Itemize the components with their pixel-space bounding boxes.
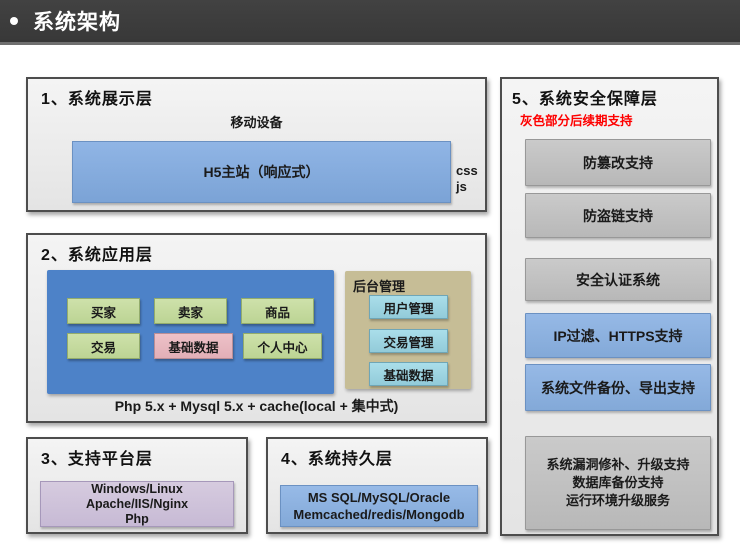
bullet-icon — [10, 17, 18, 25]
module-seller: 卖家 — [154, 298, 227, 324]
security-maintenance-group: 系统漏洞修补、升级支持 数据库备份支持 运行环境升级服务 — [525, 436, 711, 530]
mobile-device-label: 移动设备 — [230, 115, 283, 130]
display-layer-title: 1、系统展示层 — [41, 91, 153, 108]
admin-backend-container: 后台管理 用户管理 交易管理 基础数据 — [345, 271, 471, 389]
css-js-note: css js — [456, 163, 478, 195]
frontend-modules-container: 买家 卖家 商品 交易 基础数据 个人中心 — [47, 270, 334, 394]
platform-os-line: Windows/Linux — [91, 481, 183, 496]
platform-stack-node: Windows/Linux Apache/IIS/Nginx Php — [40, 481, 234, 527]
persistence-db-line: MS SQL/MySQL/Oracle — [307, 490, 451, 505]
display-layer-box: 1、系统展示层 移动设备 H5主站（响应式） css js — [26, 77, 487, 212]
admin-trade-management: 交易管理 — [369, 329, 448, 353]
persistence-cache-line: Memcached/redis/Mongodb — [293, 507, 465, 522]
security-layer-box: 5、系统安全保障层 灰色部分后续期支持 防篡改支持 防盗链支持 安全认证系统 I… — [500, 77, 719, 536]
slide-canvas: 系统架构 1、系统展示层 移动设备 H5主站（响应式） css js 2、系统应… — [0, 0, 740, 554]
platform-layer-title: 3、支持平台层 — [41, 451, 153, 468]
slide-header: 系统架构 — [0, 0, 740, 45]
security-layer-title: 5、系统安全保障层 — [512, 91, 658, 108]
security-env-upgrade-line: 运行环境升级服务 — [565, 493, 670, 508]
application-layer-box: 2、系统应用层 买家 卖家 商品 交易 基础数据 个人中心 后台管理 用户管理 … — [26, 233, 487, 423]
module-trade: 交易 — [67, 333, 140, 359]
security-auth-system: 安全认证系统 — [525, 258, 711, 301]
module-buyer: 买家 — [67, 298, 140, 324]
security-patch-line: 系统漏洞修补、升级支持 — [546, 457, 690, 472]
js-note: js — [456, 179, 467, 194]
security-anti-hotlink: 防盗链支持 — [525, 193, 711, 238]
security-anti-tamper: 防篡改支持 — [525, 139, 711, 186]
security-file-backup: 系统文件备份、导出支持 — [525, 364, 711, 411]
application-layer-title: 2、系统应用层 — [41, 247, 153, 264]
admin-backend-title: 后台管理 — [353, 279, 406, 294]
platform-layer-box: 3、支持平台层 Windows/Linux Apache/IIS/Nginx P… — [26, 437, 248, 534]
security-db-backup-line: 数据库备份支持 — [572, 475, 664, 490]
module-product: 商品 — [241, 298, 314, 324]
persistence-stack-node: MS SQL/MySQL/Oracle Memcached/redis/Mong… — [280, 485, 478, 527]
h5-site-node: H5主站（响应式） — [72, 141, 451, 203]
platform-lang-line: Php — [125, 511, 149, 526]
persistence-layer-box: 4、系统持久层 MS SQL/MySQL/Oracle Memcached/re… — [266, 437, 488, 534]
persistence-layer-title: 4、系统持久层 — [281, 451, 393, 468]
admin-user-management: 用户管理 — [369, 295, 448, 319]
module-base-data: 基础数据 — [154, 333, 233, 359]
page-title: 系统架构 — [33, 11, 121, 34]
security-phase-note: 灰色部分后续期支持 — [520, 114, 633, 128]
admin-base-data: 基础数据 — [369, 362, 448, 386]
tech-stack-note: Php 5.x + Mysql 5.x + cache(local + 集中式) — [114, 398, 399, 414]
module-personal-center: 个人中心 — [243, 333, 322, 359]
security-ip-https: IP过滤、HTTPS支持 — [525, 313, 711, 358]
platform-server-line: Apache/IIS/Nginx — [85, 496, 189, 511]
css-note: css — [456, 163, 478, 178]
